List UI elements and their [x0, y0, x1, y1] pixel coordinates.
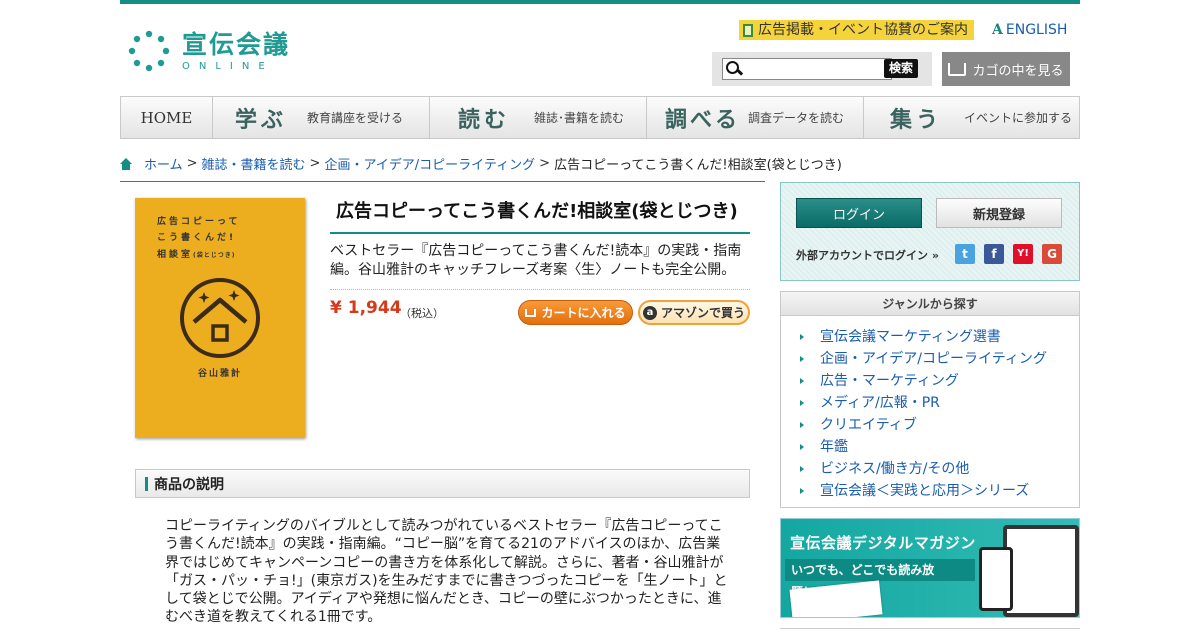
breadcrumb-divider: [120, 181, 765, 182]
twitter-icon[interactable]: t: [955, 244, 975, 264]
search-button[interactable]: 検索: [884, 59, 918, 78]
breadcrumb-home[interactable]: ホーム: [144, 154, 183, 173]
book-cover-title-1: 広告コピーって: [157, 217, 241, 227]
genre-list: 宣伝会議マーケティング選書 企画・アイデア/コピーライティング 広告・マーケティ…: [781, 316, 1079, 502]
logo-mark-icon: [128, 30, 170, 72]
phone-illustration: [979, 547, 1013, 611]
book-cover-image: 広告コピーって こう書くんだ! 相談室(袋とじつき) 谷山雅計: [135, 198, 305, 438]
product-details-header: 商品の説明: [135, 469, 750, 498]
book-cover-author: 谷山雅計: [197, 369, 242, 379]
product-divider: [330, 289, 750, 290]
nav-read-sub: 雑誌･書籍を読む: [534, 111, 625, 125]
main-nav: HOME 学ぶ 教育講座を受ける 読む 雑誌･書籍を読む 調べる 調査データを読…: [120, 96, 1080, 139]
genre-item[interactable]: クリエイティブ: [800, 414, 1079, 436]
breadcrumb: ホーム > 雑誌・書籍を読む > 企画・アイデア/コピーライティング > 広告コ…: [120, 154, 842, 173]
breadcrumb-current: 広告コピーってこう書くんだ!相談室(袋とじつき): [554, 158, 842, 173]
nav-gather-title: 集う: [890, 106, 943, 133]
banner-title: 宣伝会議デジタルマガジン: [790, 534, 976, 552]
heading-accent-bar: [145, 476, 148, 491]
top-accent-bar: [120, 0, 1080, 4]
buy-on-amazon-label: アマゾンで買う: [660, 306, 745, 320]
search-icon: [726, 61, 742, 77]
search-input[interactable]: [722, 58, 892, 80]
add-to-cart-label: カートに入れる: [541, 306, 626, 320]
add-to-cart-button[interactable]: カートに入れる: [518, 300, 633, 325]
ad-info-label: 広告掲載・イベント協賛のご案内: [758, 22, 968, 38]
genre-item[interactable]: 年鑑: [800, 436, 1079, 458]
english-link[interactable]: A ENGLISH: [992, 20, 1067, 40]
nav-read[interactable]: 読む 雑誌･書籍を読む: [430, 97, 647, 138]
amazon-icon: a: [642, 305, 657, 320]
language-icon: A: [992, 22, 1003, 38]
tablet-illustration: [1003, 525, 1079, 617]
genre-item[interactable]: メディア/広報・PR: [800, 392, 1079, 414]
google-icon[interactable]: G: [1042, 244, 1062, 264]
genre-item[interactable]: 企画・アイデア/コピーライティング: [800, 348, 1079, 370]
search-box: 検索: [712, 52, 932, 86]
nav-research-sub: 調査データを読む: [748, 111, 845, 125]
nav-home[interactable]: HOME: [121, 97, 213, 138]
nav-gather[interactable]: 集う イベントに参加する: [864, 97, 1079, 138]
english-label: ENGLISH: [1005, 22, 1068, 38]
nav-gather-sub: イベントに参加する: [964, 111, 1073, 125]
bullet-icon: [800, 422, 804, 428]
sidebar-divider: [780, 628, 1080, 629]
banner-subtitle: いつでも、どこでも読み放題！！！: [785, 559, 975, 599]
product-details-heading: 商品の説明: [154, 476, 224, 493]
bullet-icon: [800, 356, 804, 362]
product-price: ¥ 1,944: [330, 298, 402, 318]
bullet-icon: [800, 444, 804, 450]
bullet-icon: [800, 378, 804, 384]
bullet-icon: [800, 488, 804, 494]
genre-item[interactable]: 宣伝会議＜実践と応用＞シリーズ: [800, 480, 1079, 502]
breadcrumb-magazines[interactable]: 雑誌・書籍を読む: [202, 154, 306, 173]
cart-icon: [948, 62, 967, 76]
nav-learn-title: 学ぶ: [235, 106, 288, 133]
product-title: 広告コピーってこう書くんだ!相談室(袋とじつき): [330, 198, 750, 234]
nav-learn[interactable]: 学ぶ 教育講座を受ける: [213, 97, 430, 138]
register-button[interactable]: 新規登録: [936, 198, 1062, 228]
genre-heading: ジャンルから探す: [781, 292, 1079, 316]
product-details-text: コピーライティングのバイブルとして読みつがれているベストセラー『広告コピーってこ…: [165, 518, 728, 626]
site-logo[interactable]: 宣伝会議 ONLINE: [128, 30, 290, 72]
product-description: ベストセラー『広告コピーってこう書くんだ!読本』の実践・指南編。谷山雅計のキャッ…: [330, 243, 742, 278]
breadcrumb-category[interactable]: 企画・アイデア/コピーライティング: [324, 154, 535, 173]
logo-subtitle: ONLINE: [182, 60, 274, 72]
bullet-icon: [800, 334, 804, 340]
ad-info-link[interactable]: 広告掲載・イベント協賛のご案内: [739, 20, 974, 40]
logo-title: 宣伝会議: [182, 29, 291, 59]
home-icon: [120, 157, 132, 170]
bullet-icon: [800, 400, 804, 406]
book-cover-title-3: 相談室(袋とじつき): [157, 250, 236, 260]
book-cover-title-2: こう書くんだ!: [157, 233, 237, 243]
nav-read-title: 読む: [458, 106, 511, 133]
login-button[interactable]: ログイン: [796, 198, 922, 228]
login-panel: ログイン 新規登録 外部アカウントでログイン » t f Y! G: [780, 182, 1080, 281]
digital-magazine-banner[interactable]: 宣伝会議デジタルマガジン いつでも、どこでも読み放題！！！: [780, 518, 1080, 618]
cart-icon: [525, 308, 537, 317]
genre-item[interactable]: 宣伝会議マーケティング選書: [800, 326, 1079, 348]
genre-item[interactable]: 広告・マーケティング: [800, 370, 1079, 392]
bullet-icon: [800, 466, 804, 472]
view-cart-label: カゴの中を見る: [972, 63, 1064, 79]
view-cart-button[interactable]: カゴの中を見る: [942, 52, 1070, 86]
facebook-icon[interactable]: f: [984, 244, 1004, 264]
yahoo-icon[interactable]: Y!: [1013, 244, 1033, 264]
nav-research-title: 調べる: [665, 106, 741, 133]
buy-on-amazon-button[interactable]: a アマゾンで買う: [638, 300, 750, 325]
nav-research[interactable]: 調べる 調査データを読む: [647, 97, 864, 138]
nav-learn-sub: 教育講座を受ける: [307, 111, 404, 125]
genre-panel: ジャンルから探す 宣伝会議マーケティング選書 企画・アイデア/コピーライティング…: [780, 291, 1080, 508]
house-sparkle-icon: [180, 278, 260, 358]
tax-note: （税込）: [400, 307, 444, 320]
building-icon: [743, 23, 753, 37]
external-login-label: 外部アカウントでログイン »: [796, 249, 939, 262]
genre-item[interactable]: ビジネス/働き方/その他: [800, 458, 1079, 480]
